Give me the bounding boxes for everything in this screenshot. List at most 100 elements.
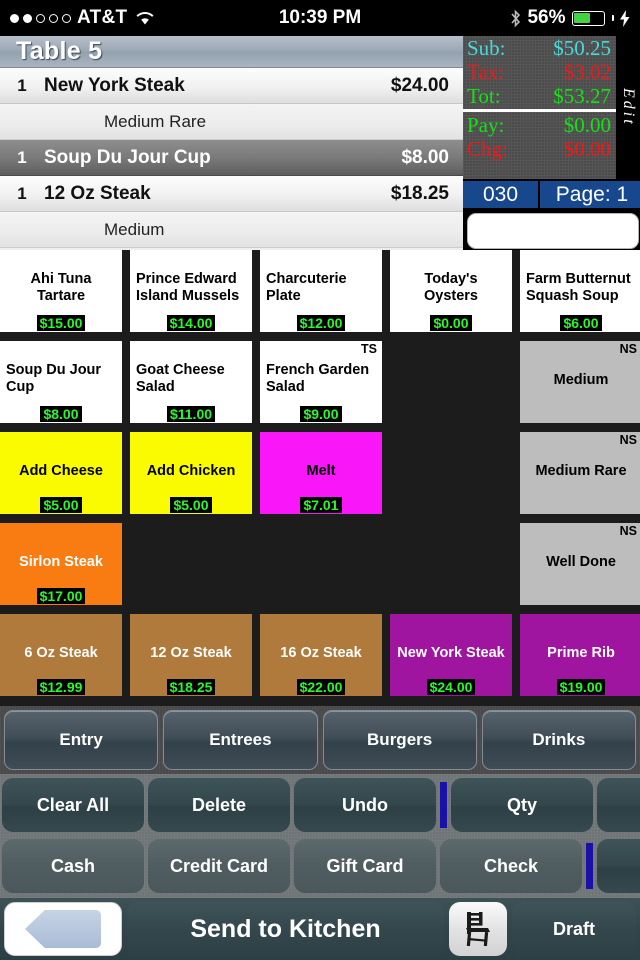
back-button[interactable] xyxy=(4,902,122,956)
tile-price: $15.00 xyxy=(0,315,122,331)
tile-price: $12.00 xyxy=(260,315,382,331)
order-meta-row: 030 Page: 1 xyxy=(463,181,640,208)
draft-button[interactable]: Draft xyxy=(512,902,636,956)
seat-button[interactable] xyxy=(449,902,507,956)
menu-tile[interactable]: Goat Cheese Salad $11.00 xyxy=(130,341,252,423)
menu-tile[interactable]: Soup Du Jour Cup $8.00 xyxy=(0,341,122,423)
tile-label: 6 Oz Steak xyxy=(24,645,98,662)
order-modifier-row[interactable]: Medium Rare xyxy=(0,104,463,140)
menu-tile[interactable]: New York Steak $24.00 xyxy=(390,614,512,696)
category-tab[interactable]: Drinks xyxy=(481,710,636,770)
order-item-row[interactable]: 1 12 Oz Steak $18.25 xyxy=(0,176,463,212)
order-modifier-row[interactable]: Medium xyxy=(0,212,463,248)
edit-button[interactable]: Edit xyxy=(616,36,640,179)
order-item-price: $24.00 xyxy=(390,74,449,96)
menu-tile[interactable]: Sirlon Steak $17.00 xyxy=(0,523,122,605)
menu-tile[interactable]: Add Chicken $5.00 xyxy=(130,432,252,514)
category-tab[interactable]: Burgers xyxy=(322,710,477,770)
order-item-price: $18.25 xyxy=(390,182,449,204)
menu-tile[interactable]: Ahi Tuna Tartare $15.00 xyxy=(0,250,122,332)
tile-price: $18.25 xyxy=(130,679,252,695)
action-button[interactable]: Undo xyxy=(294,778,436,832)
tile-badge: NS xyxy=(619,433,637,447)
tile-price: $22.00 xyxy=(260,679,382,695)
payment-button[interactable]: Credit Card xyxy=(148,839,290,893)
category-tab[interactable]: Entry xyxy=(4,710,159,770)
status-bar: AT&T 10:39 PM 56% xyxy=(0,0,640,36)
tile-price: $24.00 xyxy=(390,679,512,695)
total-value: $53.27 xyxy=(553,83,611,108)
note-input[interactable] xyxy=(467,213,639,249)
tile-price: $5.00 xyxy=(130,497,252,513)
menu-tile[interactable]: Add Cheese $5.00 xyxy=(0,432,122,514)
tile-label: Ahi Tuna Tartare xyxy=(30,271,92,305)
menu-tile[interactable]: Melt $7.01 xyxy=(260,432,382,514)
action-button[interactable]: Clear All xyxy=(2,778,144,832)
button-separator xyxy=(440,782,447,828)
order-list-pane[interactable]: Table 5 1 New York Steak $24.00 Medium Rare… xyxy=(0,36,463,250)
tile-label: Prince Edward Island Mussels xyxy=(136,271,240,305)
order-item-row[interactable]: 1 New York Steak $24.00 xyxy=(0,68,463,104)
change-label: Chg: xyxy=(467,136,508,161)
menu-tile[interactable]: NS Well Done xyxy=(520,523,640,605)
menu-tile[interactable]: 12 Oz Steak $18.25 xyxy=(130,614,252,696)
order-item-row[interactable]: 1 Soup Du Jour Cup $8.00 xyxy=(0,140,463,176)
tile-price: $19.00 xyxy=(520,679,640,695)
menu-tile-grid: Ahi Tuna Tartare $15.00 Prince Edward Isla… xyxy=(0,250,640,706)
menu-tile[interactable]: Today's Oysters $0.00 xyxy=(390,250,512,332)
edit-label: Edit xyxy=(620,88,637,127)
menu-tile[interactable]: Charcuterie Plate $12.00 xyxy=(260,250,382,332)
menu-tile[interactable]: TS French Garden Salad $9.00 xyxy=(260,341,382,423)
menu-tile[interactable]: Prime Rib $19.00 xyxy=(520,614,640,696)
tile-badge: NS xyxy=(619,342,637,356)
tile-badge: NS xyxy=(619,524,637,538)
menu-tile[interactable]: 6 Oz Steak $12.99 xyxy=(0,614,122,696)
button-separator xyxy=(586,843,593,889)
payment-button[interactable] xyxy=(597,839,640,893)
payment-button[interactable]: Check xyxy=(440,839,582,893)
page-title: Table 5 xyxy=(16,37,103,65)
total-row: Tot: $53.27 xyxy=(463,84,616,108)
tile-label: Farm Butternut Squash Soup xyxy=(526,271,631,305)
action-button-area: Clear All Delete Undo Qty Cash Credit Card Gi… xyxy=(0,774,640,898)
action-button[interactable] xyxy=(597,778,640,832)
totals-pane: Sub: $50.25 Tax: $3.02 Tot: $53.27 Pay: … xyxy=(463,36,640,250)
tile-price: $0.00 xyxy=(390,315,512,331)
order-and-totals-zone: Table 5 1 New York Steak $24.00 Medium Rare… xyxy=(0,36,640,250)
tile-label: Medium Rare xyxy=(535,463,627,480)
order-item-price: $8.00 xyxy=(401,146,449,168)
payment-button[interactable]: Cash xyxy=(2,839,144,893)
menu-tile[interactable]: 16 Oz Steak $22.00 xyxy=(260,614,382,696)
tile-label: Medium xyxy=(553,372,609,389)
order-number-badge[interactable]: 030 xyxy=(463,181,538,208)
page-indicator[interactable]: Page: 1 xyxy=(540,181,640,208)
tile-badge: TS xyxy=(361,342,377,356)
table-title-bar[interactable]: Table 5 xyxy=(0,36,463,68)
action-button[interactable]: Qty xyxy=(451,778,593,832)
bluetooth-icon xyxy=(511,9,521,27)
category-tab[interactable]: Entrees xyxy=(163,710,318,770)
tax-value: $3.02 xyxy=(563,59,611,84)
order-rows-container: 1 New York Steak $24.00 Medium Rare 1 Soup Du… xyxy=(0,68,463,248)
change-row: Chg: $0.00 xyxy=(463,137,616,161)
action-button[interactable]: Delete xyxy=(148,778,290,832)
subtotal-value: $50.25 xyxy=(553,35,611,60)
tile-label: Add Cheese xyxy=(19,463,103,480)
paid-label: Pay: xyxy=(467,112,505,137)
tile-price: $9.00 xyxy=(260,406,382,422)
tile-label: Melt xyxy=(306,463,336,480)
menu-tile[interactable]: NS Medium Rare xyxy=(520,432,640,514)
subtotal-row: Sub: $50.25 xyxy=(463,36,616,60)
tile-label: Goat Cheese Salad xyxy=(136,362,225,396)
send-to-kitchen-button[interactable]: Send to Kitchen xyxy=(127,902,444,956)
action-row-payment: Cash Credit Card Gift Card Check xyxy=(0,837,640,895)
totals-grid: Sub: $50.25 Tax: $3.02 Tot: $53.27 Pay: … xyxy=(463,36,616,179)
menu-tile[interactable]: NS Medium xyxy=(520,341,640,423)
order-item-qty: 1 xyxy=(17,183,27,203)
menu-tile[interactable]: Prince Edward Island Mussels $14.00 xyxy=(130,250,252,332)
back-arrow-icon xyxy=(25,910,101,948)
tile-label: Add Chicken xyxy=(146,463,236,480)
payment-button[interactable]: Gift Card xyxy=(294,839,436,893)
menu-tile[interactable]: Farm Butternut Squash Soup $6.00 xyxy=(520,250,640,332)
tile-price: $17.00 xyxy=(0,588,122,604)
